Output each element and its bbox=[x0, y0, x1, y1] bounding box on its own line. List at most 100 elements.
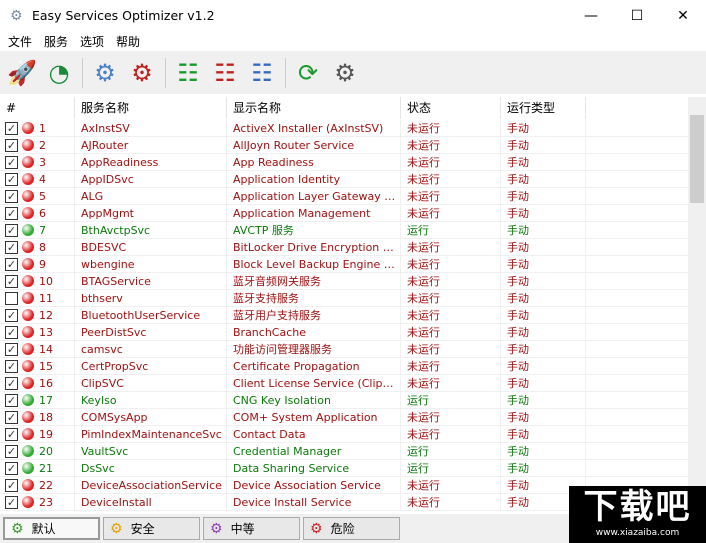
table-row[interactable]: ✓ 12 BluetoothUserService 蓝牙用户支持服务 未运行 手动 bbox=[0, 306, 688, 324]
status: 未运行 bbox=[401, 120, 501, 137]
gear-icon: ⚙ bbox=[210, 520, 223, 537]
table-row[interactable]: ✓ 13 PeerDistSvc BranchCache 未运行 手动 bbox=[0, 323, 688, 341]
remove-list-icon[interactable]: ☷ bbox=[209, 57, 241, 89]
table-row[interactable]: ✓ 21 DsSvc Data Sharing Service 运行 手动 bbox=[0, 459, 688, 477]
col-startup-type[interactable]: 运行类型 bbox=[501, 97, 586, 119]
table-row[interactable]: ✓ 6 AppMgmt Application Management 未运行 手动 bbox=[0, 204, 688, 222]
title-bar: ⚙ Easy Services Optimizer v1.2 — ☐ ✕ bbox=[0, 0, 706, 31]
running-status-icon bbox=[22, 445, 34, 457]
col-number[interactable]: # bbox=[0, 97, 75, 119]
row-checkbox[interactable]: ✓ bbox=[5, 206, 18, 220]
table-row[interactable]: ✓ 16 ClipSVC Client License Service (Clip… bbox=[0, 374, 688, 392]
table-row[interactable]: ✓ 19 PimIndexMaintenanceSvc Contact Data … bbox=[0, 425, 688, 443]
row-checkbox[interactable]: ✓ bbox=[5, 444, 18, 458]
row-checkbox[interactable]: ✓ bbox=[5, 223, 18, 237]
row-checkbox[interactable]: ✓ bbox=[5, 257, 18, 271]
col-display-name[interactable]: 显示名称 bbox=[227, 97, 401, 119]
row-checkbox[interactable]: ✓ bbox=[5, 495, 18, 509]
service-name: camsvc bbox=[75, 340, 227, 358]
vertical-scrollbar[interactable] bbox=[688, 97, 706, 514]
settings-icon[interactable]: ⚙ bbox=[329, 57, 361, 89]
table-row[interactable]: 11 bthserv 蓝牙支持服务 未运行 手动 bbox=[0, 289, 688, 307]
display-name: Block Level Backup Engine Service bbox=[227, 255, 401, 273]
status: 未运行 bbox=[401, 289, 501, 307]
row-number: 18 bbox=[39, 410, 53, 424]
table-row[interactable]: ✓ 5 ALG Application Layer Gateway Ser... … bbox=[0, 187, 688, 205]
table-row[interactable]: ✓ 18 COMSysApp COM+ System Application 未运… bbox=[0, 408, 688, 426]
refresh-icon[interactable]: ⟳ bbox=[292, 57, 324, 89]
list-settings-icon[interactable]: ☷ bbox=[246, 57, 278, 89]
row-checkbox[interactable]: ✓ bbox=[5, 308, 18, 322]
table-row[interactable]: ✓ 7 BthAvctpSvc AVCTP 服务 运行 手动 bbox=[0, 221, 688, 239]
menu-bar: 文件 服务 选项 帮助 bbox=[0, 31, 706, 51]
table-row[interactable]: ✓ 20 VaultSvc Credential Manager 运行 手动 bbox=[0, 442, 688, 460]
service-name: AppMgmt bbox=[75, 204, 227, 222]
row-checkbox[interactable]: ✓ bbox=[5, 240, 18, 254]
status: 运行 bbox=[401, 221, 501, 239]
maximize-button[interactable]: ☐ bbox=[614, 0, 660, 31]
startup-type: 手动 bbox=[501, 221, 586, 239]
table-row[interactable]: ✓ 8 BDESVC BitLocker Drive Encryption Ser… bbox=[0, 238, 688, 256]
stopped-status-icon bbox=[22, 292, 34, 304]
stopped-status-icon bbox=[22, 479, 34, 491]
menu-file[interactable]: 文件 bbox=[8, 33, 32, 50]
stopped-status-icon bbox=[22, 411, 34, 423]
row-checkbox[interactable]: ✓ bbox=[5, 172, 18, 186]
table-row[interactable]: ✓ 14 camsvc 功能访问管理器服务 未运行 手动 bbox=[0, 340, 688, 358]
row-number: 13 bbox=[39, 325, 53, 339]
row-checkbox[interactable]: ✓ bbox=[5, 376, 18, 390]
scrollbar-thumb[interactable] bbox=[690, 115, 704, 203]
stop-service-icon[interactable]: ⚙ bbox=[126, 57, 158, 89]
service-name: AxInstSV bbox=[75, 120, 227, 137]
table-row[interactable]: ✓ 2 AJRouter AllJoyn Router Service 未运行 手… bbox=[0, 136, 688, 154]
service-name: VaultSvc bbox=[75, 442, 227, 460]
row-number: 19 bbox=[39, 427, 53, 441]
stopped-status-icon bbox=[22, 275, 34, 287]
row-checkbox[interactable]: ✓ bbox=[5, 325, 18, 339]
table-row[interactable]: ✓ 10 BTAGService 蓝牙音频网关服务 未运行 手动 bbox=[0, 272, 688, 290]
status: 未运行 bbox=[401, 323, 501, 341]
row-checkbox[interactable]: ✓ bbox=[5, 393, 18, 407]
row-checkbox[interactable]: ✓ bbox=[5, 342, 18, 356]
tab-danger[interactable]: ⚙ 危险 bbox=[303, 517, 400, 540]
menu-options[interactable]: 选项 bbox=[80, 33, 104, 50]
row-checkbox[interactable]: ✓ bbox=[5, 427, 18, 441]
table-row[interactable]: ✓ 4 AppIDSvc Application Identity 未运行 手动 bbox=[0, 170, 688, 188]
menu-service[interactable]: 服务 bbox=[44, 33, 68, 50]
tab-medium[interactable]: ⚙ 中等 bbox=[203, 517, 300, 540]
row-checkbox[interactable]: ✓ bbox=[5, 138, 18, 152]
table-row[interactable]: ✓ 3 AppReadiness App Readiness 未运行 手动 bbox=[0, 153, 688, 171]
table-row[interactable]: ✓ 9 wbengine Block Level Backup Engine Se… bbox=[0, 255, 688, 273]
row-checkbox[interactable]: ✓ bbox=[5, 461, 18, 475]
col-status[interactable]: 状态 bbox=[401, 97, 501, 119]
start-service-icon[interactable]: ⚙ bbox=[89, 57, 121, 89]
row-checkbox[interactable]: ✓ bbox=[5, 274, 18, 288]
row-checkbox[interactable]: ✓ bbox=[5, 155, 18, 169]
row-checkbox[interactable]: ✓ bbox=[5, 359, 18, 373]
status: 未运行 bbox=[401, 357, 501, 375]
row-number-cell: ✓ 10 bbox=[0, 272, 75, 290]
add-list-icon[interactable]: ☷ bbox=[172, 57, 204, 89]
display-name: 蓝牙用户支持服务 bbox=[227, 306, 401, 324]
table-row[interactable]: ✓ 15 CertPropSvc Certificate Propagation … bbox=[0, 357, 688, 375]
stopped-status-icon bbox=[22, 122, 34, 134]
menu-help[interactable]: 帮助 bbox=[116, 33, 140, 50]
tab-default[interactable]: ⚙ 默认 bbox=[3, 517, 100, 540]
table-row[interactable]: ✓ 17 KeyIso CNG Key Isolation 运行 手动 bbox=[0, 391, 688, 409]
row-number: 5 bbox=[39, 189, 46, 203]
display-name: CNG Key Isolation bbox=[227, 391, 401, 409]
rocket-icon[interactable]: 🚀 bbox=[6, 57, 38, 89]
minimize-button[interactable]: — bbox=[568, 0, 614, 31]
tab-safe[interactable]: ⚙ 安全 bbox=[103, 517, 200, 540]
row-checkbox[interactable]: ✓ bbox=[5, 410, 18, 424]
table-row[interactable]: ✓ 1 AxInstSV ActiveX Installer (AxInstSV)… bbox=[0, 120, 688, 137]
row-checkbox[interactable] bbox=[5, 291, 18, 305]
restore-icon[interactable]: ◔ bbox=[43, 57, 75, 89]
col-service-name[interactable]: 服务名称 bbox=[75, 97, 227, 119]
row-checkbox[interactable]: ✓ bbox=[5, 478, 18, 492]
close-button[interactable]: ✕ bbox=[660, 0, 706, 31]
stopped-status-icon bbox=[22, 258, 34, 270]
row-checkbox[interactable]: ✓ bbox=[5, 189, 18, 203]
row-checkbox[interactable]: ✓ bbox=[5, 121, 18, 135]
startup-type: 手动 bbox=[501, 391, 586, 409]
